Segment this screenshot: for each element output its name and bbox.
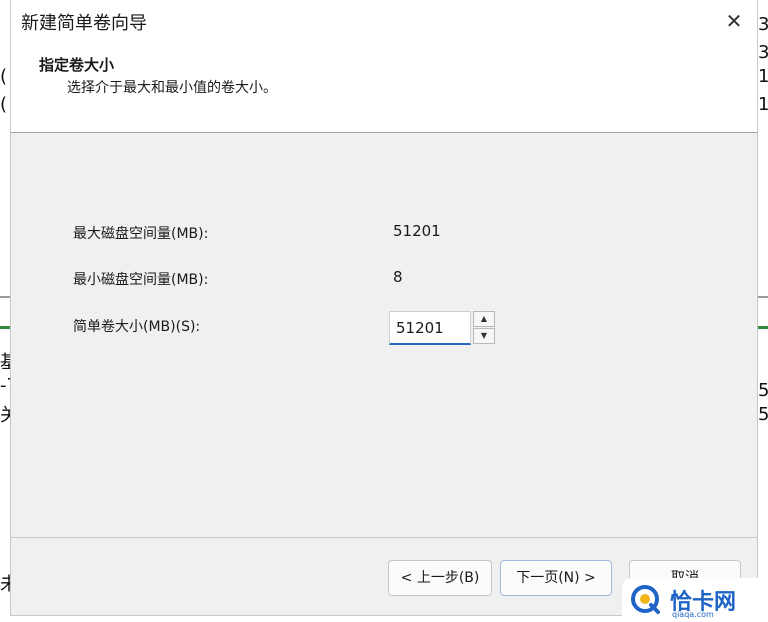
close-icon[interactable]: ✕: [719, 6, 749, 36]
background-divider: [0, 296, 10, 298]
volume-size-label: 简单卷大小(MB)(S):: [73, 319, 201, 335]
page-title: 指定卷大小: [39, 56, 115, 74]
background-bar: [0, 326, 10, 329]
footer-divider: [11, 537, 757, 538]
background-bar: [758, 326, 768, 329]
caret-down-icon: ▼: [480, 331, 488, 340]
new-simple-volume-wizard: 新建简单卷向导 ✕ 指定卷大小 选择介于最大和最小值的卷大小。 最大磁盘空间量(…: [10, 0, 758, 616]
wizard-header: 指定卷大小 选择介于最大和最小值的卷大小。: [11, 44, 757, 133]
increment-button[interactable]: ▲: [473, 311, 495, 327]
next-button[interactable]: 下一页(N) >: [500, 560, 612, 596]
window-title: 新建简单卷向导: [21, 13, 147, 34]
page-subtitle: 选择介于最大和最小值的卷大小。: [67, 80, 277, 96]
background-text: (: [0, 94, 8, 115]
background-text: 3: [758, 14, 768, 35]
min-size-value: 8: [393, 268, 403, 286]
decrement-button[interactable]: ▼: [473, 328, 495, 344]
background-text: (: [0, 66, 8, 87]
background-text: 1: [758, 94, 768, 115]
min-size-label: 最小磁盘空间量(MB):: [73, 272, 209, 288]
volume-size-stepper: ▲ ▼: [389, 311, 495, 345]
watermark-logo-icon: [631, 585, 660, 614]
watermark-url: qiaqa.com: [672, 610, 714, 619]
volume-size-input[interactable]: [389, 311, 471, 345]
caret-up-icon: ▲: [480, 314, 488, 323]
background-divider: [758, 296, 768, 298]
stepper-buttons: ▲ ▼: [473, 311, 495, 345]
back-button[interactable]: < 上一步(B): [388, 560, 492, 596]
background-text: 3: [758, 42, 768, 63]
max-size-label: 最大磁盘空间量(MB):: [73, 226, 209, 242]
background-text: 5: [758, 404, 768, 425]
watermark: 恰卡网 qiaqa.com: [622, 578, 768, 622]
background-text: 1: [758, 66, 768, 87]
background-text: 5: [758, 380, 768, 401]
max-size-value: 51201: [393, 222, 441, 240]
title-bar[interactable]: 新建简单卷向导 ✕: [11, 0, 757, 44]
